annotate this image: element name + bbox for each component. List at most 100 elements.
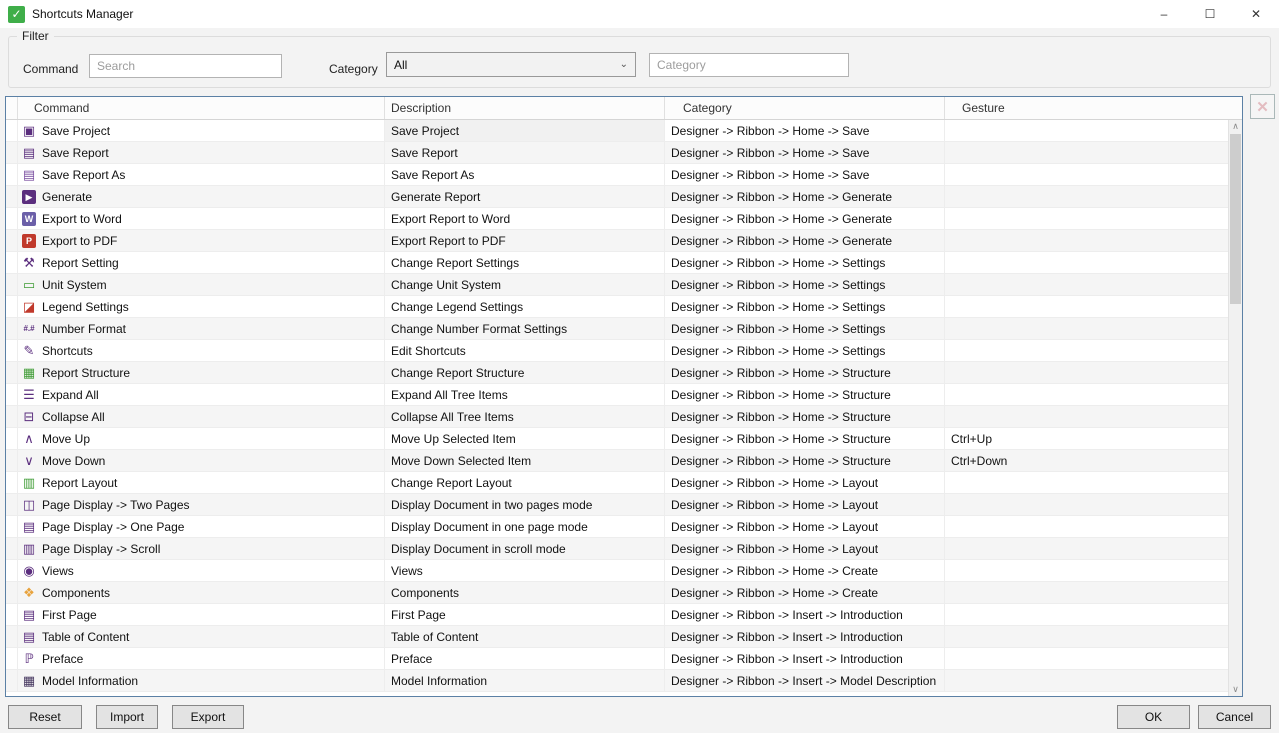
cancel-button[interactable]: Cancel — [1198, 705, 1271, 729]
table-row[interactable]: W Export to Word Export Report to Word Desi… — [6, 208, 1228, 230]
command-cell: ⚒ Report Setting — [18, 252, 385, 274]
category-cell: Designer -> Ribbon -> Home -> Save — [665, 164, 945, 186]
vertical-scrollbar[interactable]: ∧ ∨ — [1228, 120, 1242, 696]
minimize-button[interactable]: – — [1141, 0, 1187, 28]
description-cell: Change Legend Settings — [385, 296, 665, 318]
category-cell: Designer -> Ribbon -> Home -> Settings — [665, 296, 945, 318]
close-button[interactable]: ✕ — [1233, 0, 1279, 28]
column-header-gesture[interactable]: Gesture — [945, 97, 1242, 119]
table-row[interactable]: ✎ Shortcuts Edit Shortcuts Designer -> Ribb… — [6, 340, 1228, 362]
table-header: Command Description Category Gesture — [6, 97, 1242, 120]
table-row[interactable]: ∨ Move Down Move Down Selected Item Designe… — [6, 450, 1228, 472]
unit-system-ruler-icon: ▭ — [22, 276, 36, 292]
category-dropdown[interactable]: All ⌄ — [386, 52, 636, 77]
maximize-button[interactable]: ☐ — [1187, 0, 1233, 28]
description-cell: Edit Shortcuts — [385, 340, 665, 362]
table-row[interactable]: ▶ Generate Generate Report Designer -> Ribb… — [6, 186, 1228, 208]
scrollbar-thumb[interactable] — [1230, 134, 1241, 304]
table-row[interactable]: ▥ Page Display -> Scroll Display Document … — [6, 538, 1228, 560]
description-cell: Export Report to PDF — [385, 230, 665, 252]
command-cell: ∨ Move Down — [18, 450, 385, 472]
command-cell: ❖ Components — [18, 582, 385, 604]
reset-button[interactable]: Reset — [8, 705, 82, 729]
table-row[interactable]: ☰ Expand All Expand All Tree Items Designer… — [6, 384, 1228, 406]
gesture-cell: Ctrl+Up — [945, 428, 1228, 450]
collapse-all-icon: ⊟ — [23, 408, 35, 424]
save-report-icon: ▤ — [22, 144, 36, 160]
table-row[interactable]: ◫ Page Display -> Two Pages Display Docume… — [6, 494, 1228, 516]
filter-legend: Filter — [17, 29, 54, 43]
row-gutter — [6, 428, 18, 450]
scroll-down-arrow-icon[interactable]: ∨ — [1229, 683, 1242, 696]
column-header-command[interactable]: Command — [18, 97, 385, 119]
export-button[interactable]: Export — [172, 705, 244, 729]
command-search-input[interactable] — [89, 54, 282, 78]
table-row[interactable]: ▦ Model Information Model Information Desig… — [6, 670, 1228, 692]
number-format-icon: #.# — [23, 323, 35, 333]
command-text: Report Layout — [42, 475, 118, 490]
table-row[interactable]: ⊟ Collapse All Collapse All Tree Items Desi… — [6, 406, 1228, 428]
category-cell: Designer -> Ribbon -> Home -> Layout — [665, 516, 945, 538]
table-row[interactable]: ▤ Page Display -> One Page Display Documen… — [6, 516, 1228, 538]
table-row[interactable]: ▤ Table of Content Table of Content Designe… — [6, 626, 1228, 648]
first-page-icon: ▤ — [22, 606, 36, 622]
row-gutter — [6, 604, 18, 626]
gesture-cell — [945, 560, 1228, 582]
category-cell: Designer -> Ribbon -> Insert -> Introduc… — [665, 604, 945, 626]
column-header-description[interactable]: Description — [385, 97, 665, 119]
row-gutter — [6, 340, 18, 362]
description-cell: Display Document in one page mode — [385, 516, 665, 538]
table-row[interactable]: ◉ Views Views Designer -> Ribbon -> Home ->… — [6, 560, 1228, 582]
table-row[interactable]: ▤ First Page First Page Designer -> Ribbon … — [6, 604, 1228, 626]
table-row[interactable]: ▭ Unit System Change Unit System Designer -… — [6, 274, 1228, 296]
command-cell: ▤ First Page — [18, 604, 385, 626]
import-button[interactable]: Import — [96, 705, 158, 729]
gesture-cell — [945, 274, 1228, 296]
table-row[interactable]: ❖ Components Components Designer -> Ribbon … — [6, 582, 1228, 604]
save-report-as-icon: ▤ — [22, 166, 36, 182]
ok-button[interactable]: OK — [1117, 705, 1190, 729]
table-row[interactable]: ℙ Preface Preface Designer -> Ribbon -> Ins… — [6, 648, 1228, 670]
category-cell: Designer -> Ribbon -> Insert -> Introduc… — [665, 648, 945, 670]
description-cell: Save Report As — [385, 164, 665, 186]
command-cell: ◉ Views — [18, 560, 385, 582]
table-row[interactable]: ▥ Report Layout Change Report Layout Design… — [6, 472, 1228, 494]
table-row[interactable]: #.# Number Format Change Number Format Set… — [6, 318, 1228, 340]
row-gutter — [6, 274, 18, 296]
command-text: Number Format — [42, 321, 127, 336]
row-gutter — [6, 472, 18, 494]
table-row[interactable]: ▤ Save Report As Save Report As Designer ->… — [6, 164, 1228, 186]
table-row[interactable]: P Export to PDF Export Report to PDF Design… — [6, 230, 1228, 252]
table-row[interactable]: ▣ Save Project Save Project Designer -> Rib… — [6, 120, 1228, 142]
table-row[interactable]: ◪ Legend Settings Change Legend Settings De… — [6, 296, 1228, 318]
category-filter-input[interactable] — [649, 53, 849, 77]
row-gutter — [6, 142, 18, 164]
filter-groupbox: Filter Command Category All ⌄ — [8, 29, 1271, 88]
description-cell: Change Number Format Settings — [385, 318, 665, 340]
command-text: Table of Content — [42, 629, 130, 644]
table-row[interactable]: ▦ Report Structure Change Report Structure… — [6, 362, 1228, 384]
column-header-category[interactable]: Category — [665, 97, 945, 119]
command-text: Expand All — [42, 387, 99, 402]
description-cell: First Page — [385, 604, 665, 626]
command-text: Save Project — [42, 123, 111, 138]
table-row[interactable]: ⚒ Report Setting Change Report Settings Des… — [6, 252, 1228, 274]
app-check-icon: ✓ — [8, 5, 25, 23]
table-row[interactable]: ▤ Save Report Save Report Designer -> Ribbo… — [6, 142, 1228, 164]
description-cell: Expand All Tree Items — [385, 384, 665, 406]
command-text: First Page — [42, 607, 97, 622]
command-cell: ◪ Legend Settings — [18, 296, 385, 318]
table-body: ▣ Save Project Save Project Designer -> Rib… — [6, 120, 1228, 696]
scroll-up-arrow-icon[interactable]: ∧ — [1229, 120, 1242, 133]
one-page-icon: ▤ — [22, 518, 36, 534]
category-cell: Designer -> Ribbon -> Home -> Generate — [665, 208, 945, 230]
gesture-cell — [945, 186, 1228, 208]
row-gutter — [6, 582, 18, 604]
row-gutter — [6, 252, 18, 274]
command-cell: ▦ Report Structure — [18, 362, 385, 384]
remove-gesture-button[interactable]: ✕ — [1250, 94, 1275, 119]
category-cell: Designer -> Ribbon -> Home -> Generate — [665, 230, 945, 252]
row-gutter — [6, 208, 18, 230]
category-cell: Designer -> Ribbon -> Home -> Layout — [665, 472, 945, 494]
table-row[interactable]: ∧ Move Up Move Up Selected Item Designer ->… — [6, 428, 1228, 450]
